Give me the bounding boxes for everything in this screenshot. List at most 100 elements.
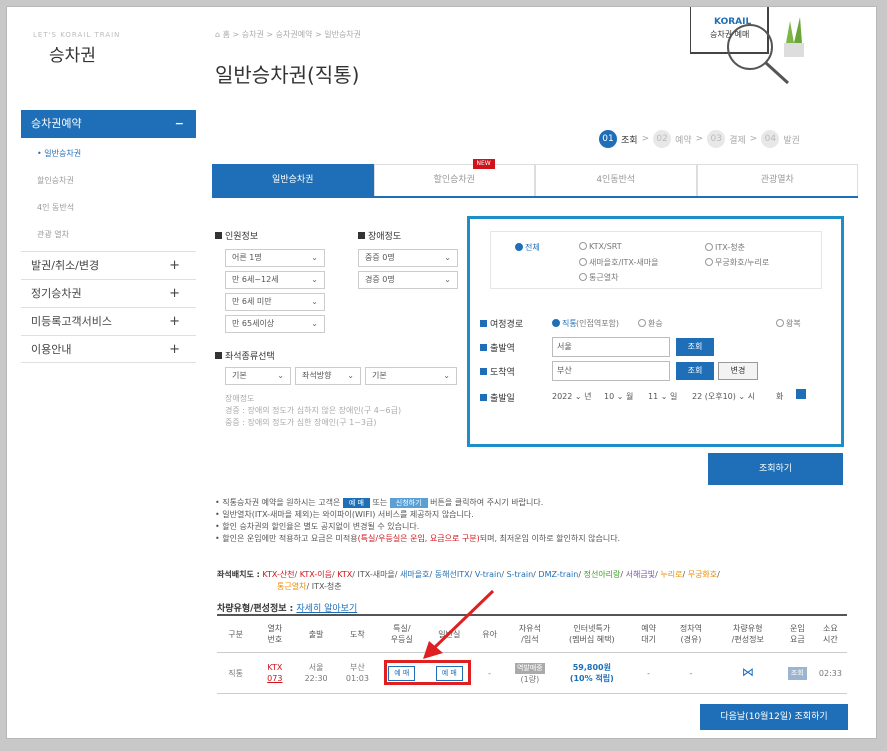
radio-checked-icon <box>552 319 560 327</box>
seat-map-link[interactable]: 통근열차 <box>277 582 306 591</box>
radio-all[interactable]: 전체 <box>515 242 540 253</box>
radio-roundtrip[interactable]: 왕복 <box>776 318 801 329</box>
tab-discount[interactable]: 할인승차권 NEW <box>373 159 535 196</box>
standing-tag[interactable]: 역발매중 <box>514 662 545 674</box>
col-header-standing: 자유석/입석 <box>506 614 554 653</box>
seat-map-link[interactable]: S-train <box>507 570 534 579</box>
sidebar-item-guest-service[interactable]: 미등록고객서비스 + <box>21 307 196 335</box>
radio-mugunghwa[interactable]: 무궁화호/누리로 <box>705 257 769 268</box>
step-number: 01 <box>599 130 617 148</box>
sidebar-item-season-ticket[interactable]: 정기승차권 + <box>21 279 196 307</box>
senior-select[interactable]: 만 65세이상 ⌄ <box>225 315 325 333</box>
bullet-icon <box>215 232 222 239</box>
seat-direction-select[interactable]: 좌석방향 ⌄ <box>295 367 361 385</box>
adult-select[interactable]: 어른 1명 ⌄ <box>225 249 325 267</box>
seat-map-link[interactable]: ITX-새마을 <box>358 570 395 579</box>
search-button[interactable]: 조회하기 <box>708 453 843 485</box>
step-number: 02 <box>653 130 672 148</box>
infant-select[interactable]: 만 6세 미만 ⌄ <box>225 293 325 311</box>
disability-note-severe: 중증 : 장애의 정도가 심한 장애인(구 1~3급) <box>225 418 377 427</box>
cell-train[interactable]: KTX 073 <box>254 652 296 694</box>
origin-search-button[interactable]: 조회 <box>676 338 714 356</box>
checkbox-adjacent[interactable]: (인접역포함) <box>576 318 619 329</box>
korail-logo-illustration: KORAIL 승차권 예매 <box>689 7 810 87</box>
step-separator: > <box>641 134 650 144</box>
radio-ktx-srt[interactable]: KTX/SRT <box>579 242 622 251</box>
chevron-down-icon: ⌄ <box>277 371 284 380</box>
seat-type-heading: 좌석종류선택 <box>215 349 275 362</box>
disability-note-mild: 경증 : 장애의 정도가 심하지 않은 장애인(구 4~6급) <box>225 406 402 415</box>
radio-itx-cheongchun[interactable]: ITX-청춘 <box>705 242 745 253</box>
seat-map-links: 좌석배치도 : KTX-산천/ KTX-이음/ KTX/ ITX-새마을/ 새마… <box>217 570 720 591</box>
collapse-icon[interactable]: − <box>175 110 184 138</box>
mild-select[interactable]: 경증 0명 ⌄ <box>358 271 458 289</box>
chevron-down-icon: ⌄ <box>443 371 450 380</box>
sidebar-item-label: 발권/취소/변경 <box>31 259 100 272</box>
tab-general[interactable]: 일반승차권 <box>212 164 374 196</box>
sidebar-subitem-tour[interactable]: 관광 열차 <box>37 229 69 240</box>
chevron-down-icon: ⌄ <box>444 275 451 284</box>
seat-map-link[interactable]: KTX-이음 <box>300 570 332 579</box>
cell-fare: 조회 <box>780 652 814 694</box>
seat-map-link[interactable]: 정선아리랑 <box>584 570 621 579</box>
tab-tour[interactable]: 관광열차 <box>696 164 858 196</box>
child-select[interactable]: 만 6세~12세 ⌄ <box>225 271 325 289</box>
vehicle-info-icon[interactable]: ⋈ <box>742 665 754 679</box>
seat-type-select[interactable]: 기본 ⌄ <box>225 367 291 385</box>
weekday-text: 화 <box>776 392 784 401</box>
seat-map-link[interactable]: 누리로 <box>660 570 682 579</box>
fare-lookup-button[interactable]: 조회 <box>787 666 807 680</box>
calendar-icon[interactable] <box>796 389 806 399</box>
sidebar-subitem-discount[interactable]: 할인승차권 <box>37 175 74 186</box>
seat-map-link[interactable]: 동해선ITX <box>435 570 470 579</box>
radio-transfer[interactable]: 환승 <box>638 318 663 329</box>
severe-select[interactable]: 중증 0명 ⌄ <box>358 249 458 267</box>
radio-commuter[interactable]: 통근열차 <box>579 272 618 283</box>
vehicle-info-link[interactable]: 자세히 알아보기 <box>296 604 357 614</box>
swap-stations-button[interactable]: 변경 <box>718 362 758 380</box>
day-select[interactable]: 11 ⌄ 일 <box>648 391 677 402</box>
seat-map-link[interactable]: KTX <box>337 570 352 579</box>
seat-map-link[interactable]: DMZ-train <box>538 570 578 579</box>
search-box: 전체 KTX/SRT ITX-청춘 새마을호/ITX-새마을 무궁화호/누리로 … <box>467 216 844 447</box>
seat-map-link[interactable]: 서해금빛 <box>626 570 655 579</box>
seat-option-select[interactable]: 기본 ⌄ <box>365 367 457 385</box>
radio-saemaeul[interactable]: 새마을호/ITX-새마을 <box>579 257 658 268</box>
sidebar-subitem-group4[interactable]: 4인 동반석 <box>37 202 74 213</box>
seat-map-link[interactable]: 무궁화호 <box>688 570 717 579</box>
dest-search-button[interactable]: 조회 <box>676 362 714 380</box>
sidebar-item-guide[interactable]: 이용안내 + <box>21 335 196 363</box>
seat-map-link[interactable]: 새마을호 <box>400 570 429 579</box>
month-select[interactable]: 10 ⌄ 월 <box>604 391 633 402</box>
seat-map-link[interactable]: ITX-청춘 <box>312 582 342 591</box>
train-number-link[interactable]: 073 <box>267 674 282 683</box>
page-frame: LET'S KORAIL TRAIN 승차권 승차권예약 − • 일반승차권 할… <box>6 6 877 739</box>
hour-select[interactable]: 22 (오후10) ⌄ 시 <box>692 391 755 402</box>
seat-map-link[interactable]: KTX-산천 <box>262 570 294 579</box>
year-select[interactable]: 2022 ⌄ 년 <box>552 391 592 402</box>
col-header-waiting: 예약 대기 <box>630 614 668 653</box>
passenger-info-heading: 인원정보 <box>215 229 258 242</box>
sidebar-item-ticket-reservation[interactable]: 승차권예약 − <box>21 110 196 138</box>
tab-group4[interactable]: 4인동반석 <box>535 164 697 196</box>
sidebar-item-issue-cancel[interactable]: 발권/취소/변경 + <box>21 251 196 279</box>
next-day-search-button[interactable]: 다음날(10월12일) 조회하기 <box>700 704 848 730</box>
disability-heading: 장애정도 <box>358 229 401 242</box>
results-table: 구분 열차번호 출발 도착 특실/우등실 일반실 유아 자유석/입석 인터넷특가… <box>217 614 847 694</box>
radio-checked-icon <box>515 243 523 251</box>
radio-direct[interactable]: 직통 <box>552 318 577 329</box>
seat-map-heading: 좌석배치도 : <box>217 570 260 579</box>
radio-icon <box>579 258 587 266</box>
col-header-fare: 운임 요금 <box>780 614 814 653</box>
dest-input[interactable]: 부산 <box>552 361 670 381</box>
col-header-duration: 소요 시간 <box>813 614 847 653</box>
radio-icon <box>776 319 784 327</box>
origin-input[interactable]: 서울 <box>552 337 670 357</box>
table-header-row: 구분 열차번호 출발 도착 특실/우등실 일반실 유아 자유석/입석 인터넷특가… <box>217 614 847 653</box>
bullet-icon <box>480 344 487 351</box>
seat-map-link[interactable]: V-train <box>475 570 502 579</box>
sidebar-subitem-general[interactable]: • 일반승차권 <box>37 148 81 159</box>
col-header-vehicle: 차량유형/편성정보 <box>714 614 781 653</box>
bullet-icon <box>480 394 487 401</box>
origin-label: 출발역 <box>480 341 515 354</box>
